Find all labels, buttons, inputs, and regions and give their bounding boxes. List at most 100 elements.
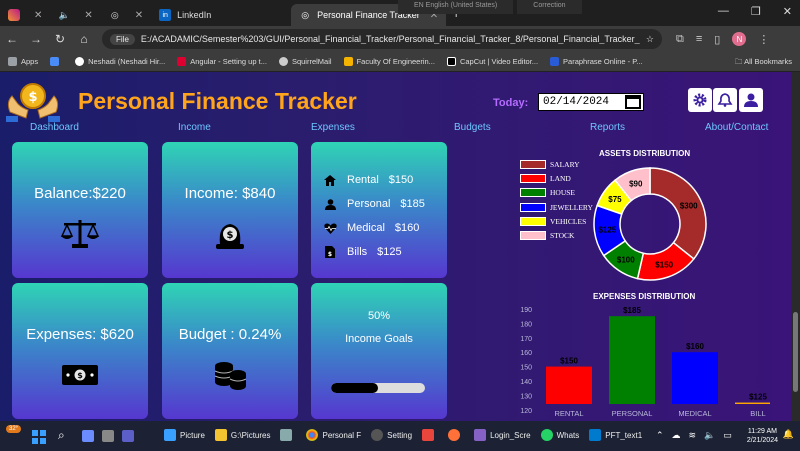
teams-icon[interactable] bbox=[122, 430, 134, 442]
legend-swatch bbox=[520, 202, 546, 212]
windows-start-icon[interactable] bbox=[32, 430, 46, 444]
clock[interactable]: 11:29 AM 2/21/2024 bbox=[747, 427, 778, 445]
bookmark-capcut[interactable]: CapCut | Video Editor... bbox=[446, 57, 538, 66]
bookmark-star-icon[interactable]: ☆ bbox=[646, 34, 654, 45]
close-icon[interactable]: ✕ bbox=[135, 10, 143, 21]
menu-icon[interactable]: ⋮ bbox=[758, 33, 769, 46]
assets-chart-title: ASSETS DISTRIBUTION bbox=[599, 149, 691, 158]
search-icon[interactable]: ⌕ bbox=[58, 428, 65, 443]
income-text: Income: $840 bbox=[184, 185, 276, 202]
taskbar-item[interactable] bbox=[448, 429, 464, 441]
nav-income[interactable]: Income bbox=[178, 122, 211, 136]
tab-instagram[interactable]: ✕ bbox=[0, 4, 50, 26]
reload-icon[interactable]: ↻ bbox=[48, 32, 72, 46]
settings-button[interactable] bbox=[688, 88, 712, 112]
bookmark-paraphrase[interactable]: Paraphrase Online - P... bbox=[550, 57, 643, 66]
notifications-button[interactable] bbox=[713, 88, 737, 112]
notification-icon[interactable]: 🔔 bbox=[783, 429, 794, 440]
date-value: 02/14/2024 bbox=[543, 96, 610, 108]
income-goals-card: 50% Income Goals bbox=[311, 283, 447, 419]
date-field[interactable]: 02/14/2024 bbox=[538, 93, 644, 111]
nav-dashboard[interactable]: Dashboard bbox=[30, 122, 79, 136]
taskbar-item[interactable]: Picture bbox=[164, 429, 205, 441]
y-tick-label: 160 bbox=[520, 350, 532, 357]
bookmark-apps[interactable]: Apps bbox=[8, 57, 38, 66]
bar-value-label: $160 bbox=[686, 342, 704, 351]
taskbar-apps: Picture G:\Pictures Personal F Setting L… bbox=[164, 429, 652, 441]
taskbar-item[interactable] bbox=[422, 429, 438, 441]
expense-label: Medical bbox=[347, 222, 385, 234]
taskbar-item[interactable]: G:\Pictures bbox=[214, 429, 270, 441]
reading-list-icon[interactable]: ≡ bbox=[696, 33, 702, 45]
bookmark-blue[interactable] bbox=[50, 57, 63, 66]
taskbar-item[interactable]: Personal F bbox=[306, 429, 361, 441]
widgets-icon[interactable] bbox=[82, 430, 94, 442]
taskbar-item[interactable] bbox=[280, 429, 296, 441]
close-icon[interactable]: ✕ bbox=[34, 10, 42, 21]
restore-icon[interactable]: ❐ bbox=[751, 5, 761, 18]
onedrive-icon[interactable]: ☁ bbox=[672, 430, 681, 441]
nav-reports[interactable]: Reports bbox=[590, 122, 625, 136]
close-icon[interactable]: ✕ bbox=[84, 10, 92, 21]
expense-label: Personal bbox=[347, 198, 391, 210]
legend-swatch bbox=[520, 231, 546, 241]
back-icon[interactable]: ← bbox=[0, 32, 24, 46]
pie-label: $125 bbox=[598, 226, 616, 235]
profile-avatar[interactable]: N bbox=[732, 32, 747, 46]
legend-swatch bbox=[520, 216, 546, 226]
pie-slice-salary bbox=[649, 167, 707, 260]
taskbar-item[interactable]: Whats bbox=[540, 429, 579, 441]
taskbar-item[interactable]: Setting bbox=[371, 429, 412, 441]
chevron-up-icon[interactable]: ⌃ bbox=[656, 430, 664, 441]
nav-expenses[interactable]: Expenses bbox=[311, 122, 355, 136]
file-chip[interactable]: File bbox=[110, 33, 135, 45]
bill-icon: $ bbox=[323, 246, 337, 258]
tab-linkedin[interactable]: in LinkedIn bbox=[151, 4, 291, 26]
expense-label: Bills bbox=[347, 246, 368, 258]
bookmark-faculty[interactable]: Faculty Of Engineerin... bbox=[343, 57, 435, 66]
cash-icon: $ bbox=[62, 365, 98, 385]
globe-icon: ◎ bbox=[301, 9, 310, 20]
extensions-icon[interactable]: ⧉ bbox=[676, 33, 684, 46]
expenses-card: Expenses: $620 $ bbox=[12, 283, 148, 419]
scrollbar-thumb[interactable] bbox=[793, 312, 798, 392]
svg-text:$: $ bbox=[227, 230, 234, 241]
bookmark-angular[interactable]: Angular - Setting up t... bbox=[177, 57, 267, 66]
calendar-icon[interactable] bbox=[625, 95, 641, 109]
nav-budgets[interactable]: Budgets bbox=[454, 122, 491, 136]
taskbar-item[interactable]: PFT_text1 bbox=[589, 429, 642, 441]
bookmark-squirrelmail[interactable]: SquirrelMail bbox=[278, 57, 332, 66]
system-tray: ⌃ ☁ ≋ 🔈 ▭ bbox=[656, 430, 732, 441]
sidebar-icon[interactable]: ▯ bbox=[714, 33, 720, 46]
bookmark-github[interactable]: Neshadi (Neshadi Hir... bbox=[75, 57, 165, 66]
bookmark-icon bbox=[50, 57, 60, 66]
linkedin-icon: in bbox=[159, 9, 172, 21]
wifi-icon[interactable]: ≋ bbox=[689, 430, 697, 441]
close-window-icon[interactable]: ✕ bbox=[783, 5, 792, 18]
x-tick-label: RENTAL bbox=[554, 409, 583, 418]
x-tick-label: PERSONAL bbox=[612, 409, 653, 418]
legend-item: VEHICLES bbox=[520, 214, 593, 228]
tab-audio[interactable]: 🔈 ✕ bbox=[50, 4, 100, 26]
expense-list: Rental $150 Personal $185 Medical $160 $… bbox=[323, 168, 425, 264]
legend-label: SALARY bbox=[550, 159, 580, 169]
y-tick-label: 170 bbox=[520, 336, 532, 343]
taskbar-item[interactable]: Login_Scre bbox=[474, 429, 531, 441]
volume-icon[interactable]: 🔈 bbox=[704, 430, 715, 441]
battery-icon[interactable]: ▭ bbox=[723, 430, 732, 441]
all-bookmarks-button[interactable]: 🗀 All Bookmarks bbox=[735, 56, 792, 69]
taskview-icon[interactable] bbox=[102, 430, 114, 442]
word-app-icon bbox=[422, 429, 435, 441]
url-field[interactable]: File E:/ACADAMIC/Semester%203/GUI/Person… bbox=[102, 29, 662, 49]
x-tick-label: MEDICAL bbox=[678, 409, 711, 418]
tab-globe[interactable]: ◎ ✕ bbox=[101, 4, 151, 26]
nav-about-contact[interactable]: About/Contact bbox=[705, 122, 768, 136]
forward-icon[interactable]: → bbox=[24, 32, 48, 46]
weather-widget[interactable]: 32° bbox=[6, 425, 22, 433]
home-icon[interactable]: ⌂ bbox=[72, 32, 96, 46]
legend-swatch bbox=[520, 188, 546, 198]
page-scrollbar[interactable] bbox=[791, 72, 800, 421]
minimize-icon[interactable]: — bbox=[718, 5, 729, 18]
balance-card: Balance:$220 bbox=[12, 142, 148, 278]
profile-button[interactable] bbox=[739, 88, 763, 112]
